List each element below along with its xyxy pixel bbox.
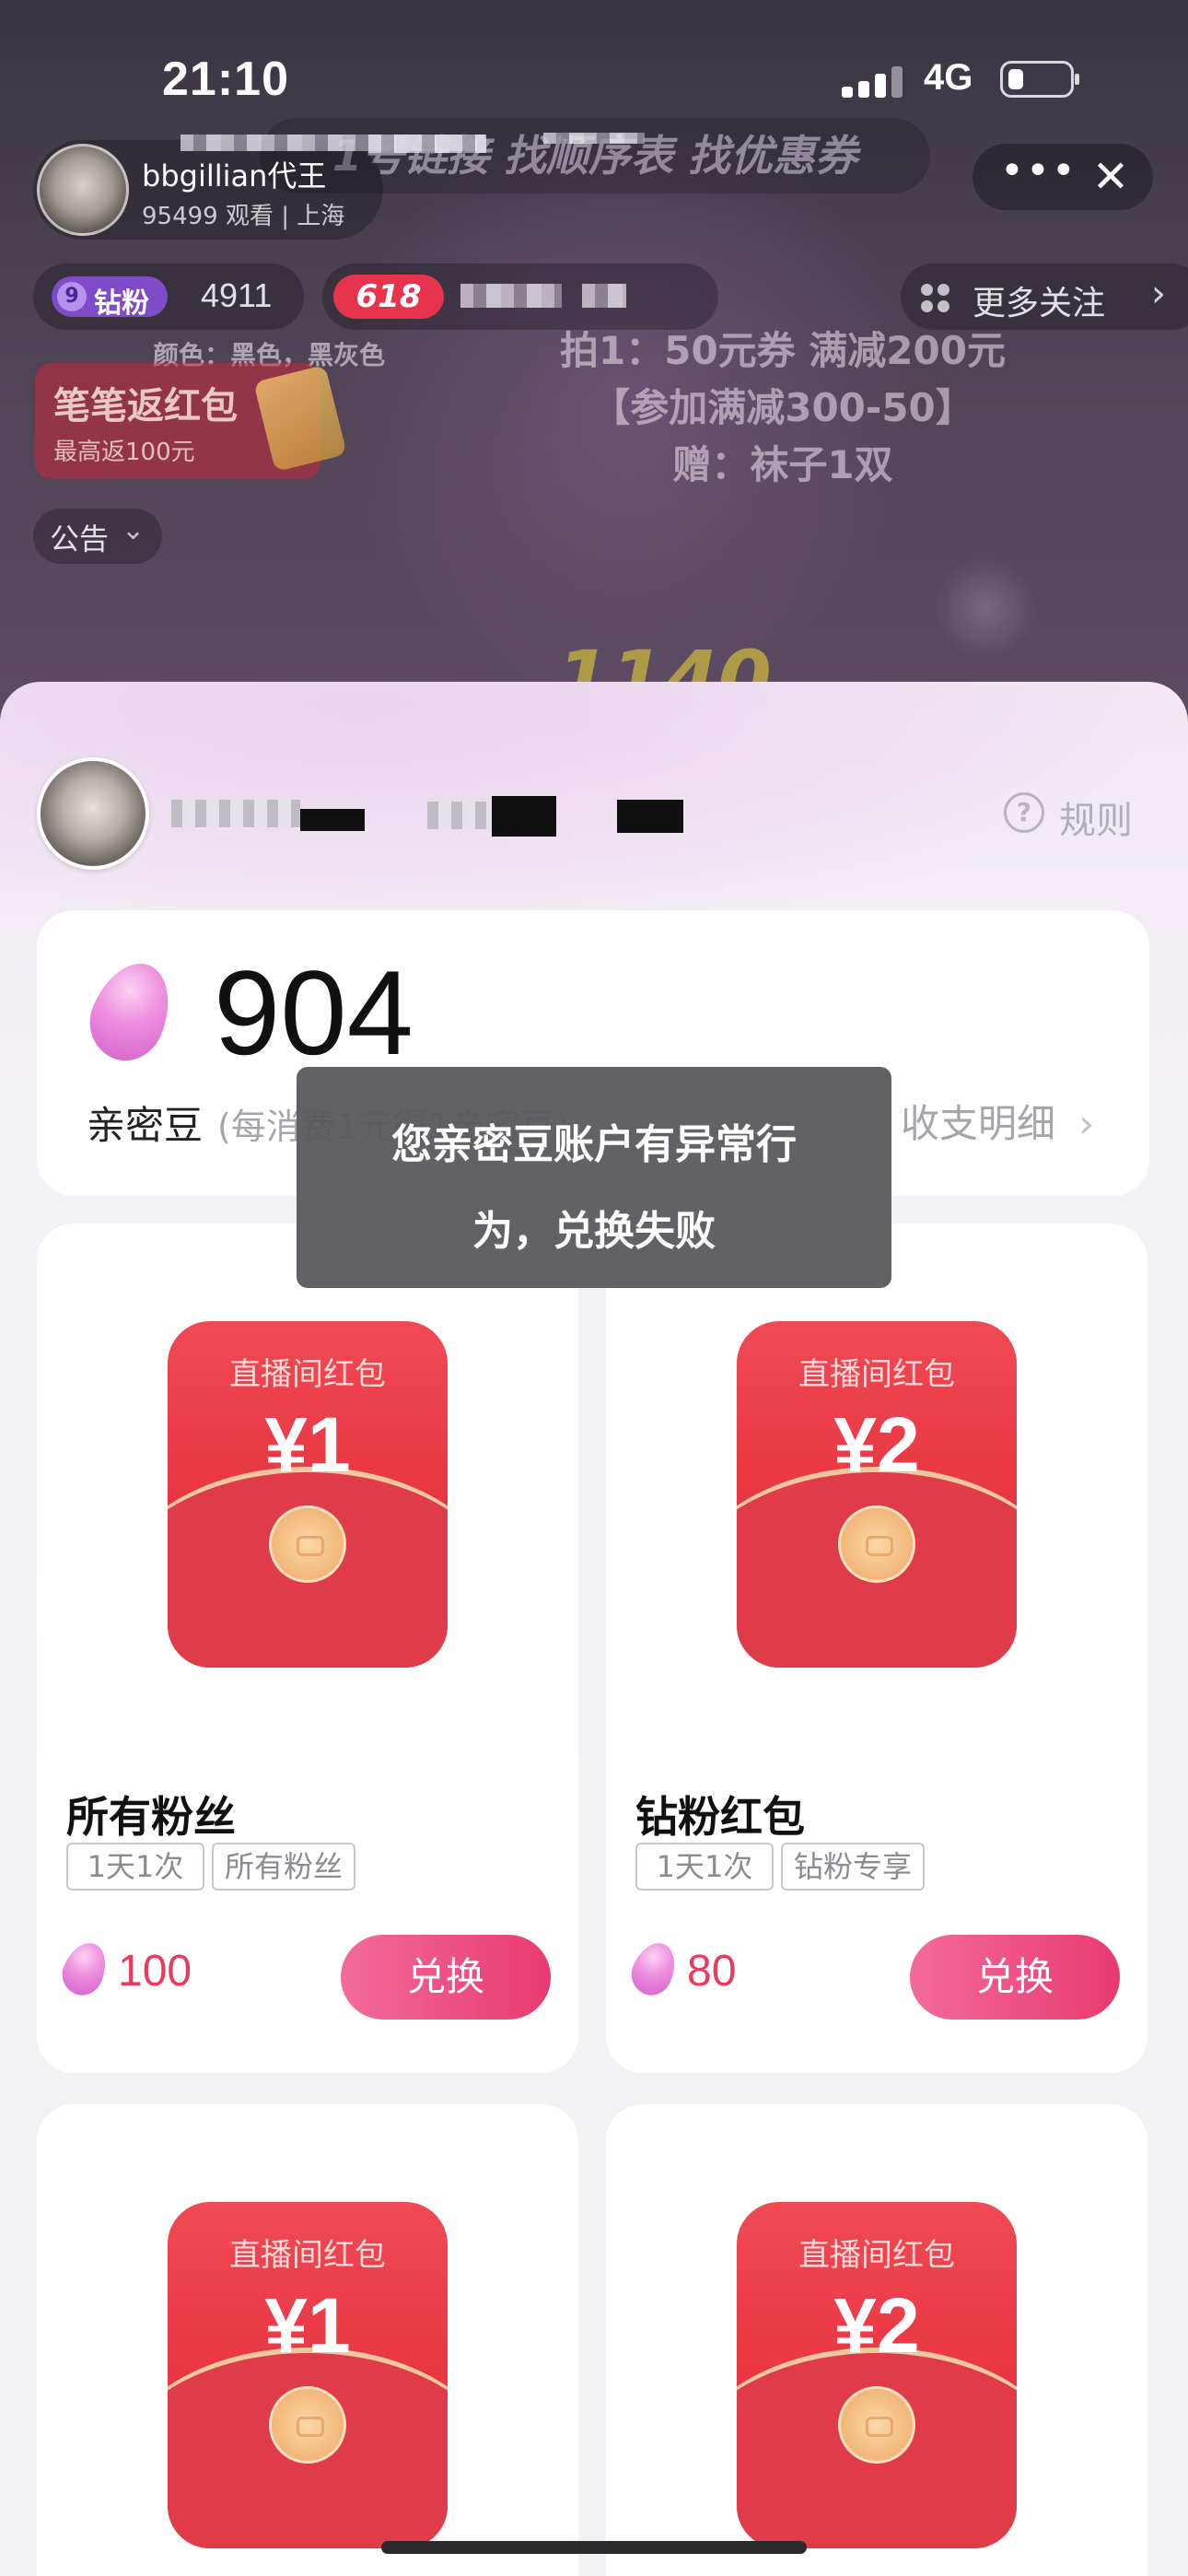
envelope-seal-icon [269, 1505, 346, 1583]
host-viewers: 95499 观看 | 上海 [142, 203, 345, 230]
reward-price-value: 100 [118, 1947, 192, 1996]
red-envelope: 直播间红包 ¥1 [168, 2202, 448, 2548]
envelope-seal-icon [838, 2386, 915, 2464]
chevron-down-icon: ⌄ [122, 514, 146, 546]
reward-title: 钻粉红包 [635, 1792, 805, 1842]
question-icon: ? [1004, 792, 1044, 833]
envelope-amount: ¥2 [833, 2282, 920, 2369]
envelope-label: 直播间红包 [798, 1356, 955, 1393]
diamond-level: 9 [57, 282, 87, 311]
envelope-label: 直播间红包 [229, 2237, 386, 2274]
product-offer-text: 拍1：50元券 满减200元 【参加满减300-50】 赠：袜子1双 [460, 322, 1105, 494]
red-envelope: 直播间红包 ¥2 [737, 2202, 1017, 2548]
close-icon[interactable]: ✕ [1087, 153, 1135, 201]
offer-line: 拍1：50元券 满减200元 [560, 328, 1006, 373]
cashback-redpack-card[interactable]: 笔笔返红包 最高返100元 [35, 363, 347, 479]
signal-icon [842, 66, 903, 98]
bean-balance: 904 [214, 945, 413, 1080]
host-name: bbgillian代王 [142, 158, 327, 193]
reward-card[interactable]: 直播间红包 ¥2 钻粉红包 1天1次 钻粉专享 80 兑换 [606, 1224, 1147, 2073]
error-toast-text: 您亲密豆账户有异常行为，兑换失败 [391, 1121, 797, 1255]
more-follow-button[interactable]: 更多关注 › [901, 263, 1188, 330]
red-envelope: 直播间红包 ¥1 [168, 1321, 448, 1668]
redacted-text [582, 284, 626, 308]
cashback-subtitle: 最高返100元 [53, 439, 195, 466]
chevron-right-icon: › [1078, 1101, 1095, 1146]
envelope-amount: ¥1 [264, 1401, 351, 1488]
user-avatar[interactable] [37, 757, 149, 870]
bean-icon [624, 1936, 683, 2002]
reward-card[interactable]: 直播间红包 ¥1 [37, 2104, 578, 2576]
chevron-right-icon: › [1151, 273, 1166, 315]
cashback-title: 笔笔返红包 [53, 385, 238, 427]
redacted-username [492, 796, 556, 837]
battery-icon [1000, 61, 1079, 98]
redacted-username [171, 800, 300, 827]
redacted-text [460, 284, 562, 308]
status-bar: 21:10 4G [0, 0, 1188, 157]
more-follow-label: 更多关注 [973, 285, 1106, 322]
detail-label: 收支明细 [901, 1101, 1056, 1146]
redeem-button[interactable]: 兑换 [910, 1935, 1120, 2020]
intimacy-bean-sheet: ? 规则 904 亲密豆 (每消费1元得1亲密豆) 收支明细 › 直播间红包 ¥… [0, 682, 1188, 2576]
rules-label: 规则 [1059, 800, 1133, 842]
red-envelope: 直播间红包 ¥2 [737, 1321, 1017, 1668]
reward-tag: 所有粉丝 [212, 1843, 355, 1891]
envelope-label: 直播间红包 [798, 2237, 955, 2274]
redacted-username [300, 809, 365, 831]
redacted-username [427, 802, 492, 829]
reward-card[interactable]: 直播间红包 ¥2 [606, 2104, 1147, 2576]
diamond-fan-count: 4911 [201, 276, 273, 314]
envelope-seal-icon [269, 2386, 346, 2464]
envelope-amount: ¥1 [264, 2282, 351, 2369]
bean-icon [77, 951, 184, 1072]
promo-618-tag: 618 [333, 275, 444, 319]
income-expense-detail-link[interactable]: 收支明细 › [901, 1093, 1094, 1149]
host-avatar[interactable] [37, 144, 129, 236]
diamond-fan-label: 钻粉 [94, 287, 149, 320]
reward-price-value: 80 [687, 1947, 737, 1996]
reward-title: 所有粉丝 [66, 1792, 236, 1842]
notice-label: 公告 [50, 521, 110, 556]
envelope-seal-icon [838, 1505, 915, 1583]
offer-line: 【参加满减300-50】 [591, 385, 974, 430]
reward-tag: 钻粉专享 [781, 1843, 925, 1891]
envelope-amount: ¥2 [833, 1401, 920, 1488]
home-indicator[interactable] [381, 2541, 807, 2554]
network-type: 4G [924, 57, 973, 98]
redacted-username [617, 800, 683, 833]
notice-button[interactable]: 公告 ⌄ [33, 509, 162, 564]
reward-tag: 1天1次 [66, 1843, 204, 1891]
error-toast: 您亲密豆账户有异常行为，兑换失败 [297, 1067, 891, 1288]
bean-label: 亲密豆 [87, 1103, 204, 1148]
diamond-fan-badge: 9 钻粉 [52, 276, 168, 320]
bean-icon [55, 1936, 114, 2002]
more-icon[interactable]: ••• [1000, 151, 1076, 199]
grid-icon [921, 284, 950, 313]
sparkle-icon [930, 553, 1041, 663]
offer-line: 赠：袜子1双 [672, 442, 893, 487]
envelope-label: 直播间红包 [229, 1356, 386, 1393]
promo-pill[interactable]: 618 [322, 263, 718, 330]
status-time: 21:10 [162, 53, 289, 106]
reward-tag: 1天1次 [635, 1843, 774, 1891]
reward-card[interactable]: 直播间红包 ¥1 所有粉丝 1天1次 所有粉丝 100 兑换 [37, 1224, 578, 2073]
diamond-fan-pill[interactable]: 9 钻粉 4911 [33, 263, 304, 330]
redeem-button[interactable]: 兑换 [341, 1935, 551, 2020]
